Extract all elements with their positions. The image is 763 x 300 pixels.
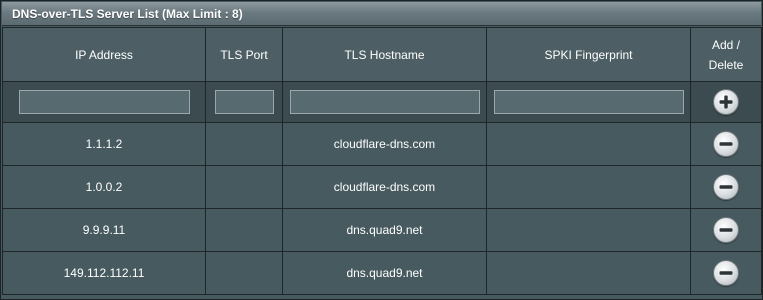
cell-tls-port (205, 122, 283, 166)
cell-delete (690, 251, 762, 295)
tls-hostname-input[interactable] (289, 90, 480, 114)
input-cell-add (690, 81, 762, 123)
header-add-label: Add / (711, 37, 741, 52)
header-spki-fingerprint: SPKI Fingerprint (486, 27, 691, 82)
cell-delete (690, 122, 762, 166)
table-row: 9.9.9.11 dns.quad9.net (2, 208, 762, 252)
delete-button[interactable] (713, 260, 739, 286)
cell-delete (690, 208, 762, 252)
cell-tls-port (205, 251, 283, 295)
spki-fingerprint-input[interactable] (493, 90, 684, 114)
minus-circle-icon (719, 228, 733, 232)
minus-circle-icon (719, 271, 733, 275)
delete-button[interactable] (713, 174, 739, 200)
header-tls-port: TLS Port (205, 27, 283, 82)
minus-circle-icon (719, 185, 733, 189)
cell-spki-fingerprint (486, 208, 691, 252)
header-tls-hostname: TLS Hostname (282, 27, 487, 82)
table-row: 1.0.0.2 cloudflare-dns.com (2, 165, 762, 209)
tls-port-input[interactable] (214, 90, 274, 114)
ip-address-input[interactable] (18, 90, 190, 114)
cell-tls-hostname: dns.quad9.net (282, 208, 487, 252)
dns-server-table: IP Address TLS Port TLS Hostname SPKI Fi… (2, 27, 762, 295)
cell-delete (690, 165, 762, 209)
cell-tls-port (205, 165, 283, 209)
cell-ip-address: 1.1.1.2 (2, 122, 206, 166)
dns-over-tls-panel: DNS-over-TLS Server List (Max Limit : 8)… (0, 0, 763, 300)
table-row: 1.1.1.2 cloudflare-dns.com (2, 122, 762, 166)
cell-spki-fingerprint (486, 251, 691, 295)
input-cell-port (205, 81, 283, 123)
cell-ip-address: 9.9.9.11 (2, 208, 206, 252)
new-server-input-row (2, 81, 762, 123)
delete-button[interactable] (713, 131, 739, 157)
cell-tls-hostname: dns.quad9.net (282, 251, 487, 295)
plus-circle-icon (719, 95, 733, 109)
cell-tls-port (205, 208, 283, 252)
input-cell-hostname (282, 81, 487, 123)
header-delete-label: Delete (708, 57, 744, 72)
cell-ip-address: 1.0.0.2 (2, 165, 206, 209)
panel-title: DNS-over-TLS Server List (Max Limit : 8) (2, 2, 761, 26)
header-add-delete: Add / Delete (690, 27, 762, 82)
table-row: 149.112.112.11 dns.quad9.net (2, 251, 762, 295)
add-button[interactable] (713, 89, 739, 115)
cell-ip-address: 149.112.112.11 (2, 251, 206, 295)
cell-tls-hostname: cloudflare-dns.com (282, 165, 487, 209)
header-ip-address: IP Address (2, 27, 206, 82)
delete-button[interactable] (713, 217, 739, 243)
cell-tls-hostname: cloudflare-dns.com (282, 122, 487, 166)
cell-spki-fingerprint (486, 165, 691, 209)
input-cell-spki (486, 81, 691, 123)
table-header-row: IP Address TLS Port TLS Hostname SPKI Fi… (2, 27, 762, 82)
cell-spki-fingerprint (486, 122, 691, 166)
input-cell-ip (2, 81, 206, 123)
minus-circle-icon (719, 142, 733, 146)
